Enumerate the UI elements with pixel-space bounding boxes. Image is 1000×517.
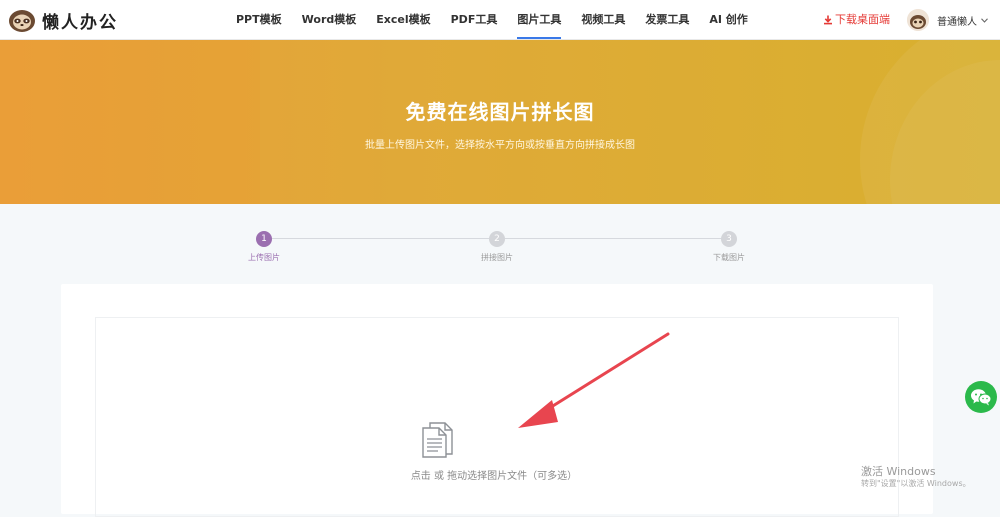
step-label: 上传图片 [248, 253, 280, 262]
page-title: 免费在线图片拼长图 [405, 100, 595, 124]
nav-item-pdf[interactable]: PDF工具 [441, 0, 508, 40]
nav-item-excel[interactable]: Excel模板 [366, 0, 440, 40]
wechat-float-button[interactable] [965, 381, 997, 413]
nav-item-word[interactable]: Word模板 [292, 0, 367, 40]
step-download: 3 下载图片 [689, 228, 769, 263]
nav-item-invoice-tools[interactable]: 发票工具 [635, 0, 699, 40]
step-upload: 1 上传图片 [224, 228, 304, 263]
download-desktop-link[interactable]: 下载桌面端 [823, 0, 890, 40]
nav-item-video-tools[interactable]: 视频工具 [571, 0, 635, 40]
nav-item-image-tools[interactable]: 图片工具 [507, 0, 571, 40]
step-label: 下载图片 [713, 253, 745, 262]
step-label: 拼接图片 [481, 253, 513, 262]
upload-dropzone[interactable] [95, 317, 899, 517]
arrow-pointer [518, 332, 670, 428]
step-number: 1 [256, 231, 272, 247]
chevron-down-icon [981, 17, 988, 23]
progress-steps: 1 上传图片 2 拼接图片 3 下载图片 [0, 228, 1000, 268]
windows-activation-title: 激活 Windows [861, 465, 936, 478]
wechat-icon [971, 389, 992, 406]
user-name: 普通懒人 [937, 16, 977, 28]
step-number: 2 [489, 231, 505, 247]
nav-item-ppt[interactable]: PPT模板 [226, 0, 292, 40]
page-subtitle: 批量上传图片文件，选择按水平方向或按垂直方向拼接成长图 [365, 140, 635, 151]
user-menu[interactable]: 普通懒人 [907, 9, 988, 31]
step-number: 3 [721, 231, 737, 247]
main-nav: PPT模板 Word模板 Excel模板 PDF工具 图片工具 视频工具 发票工… [226, 0, 758, 40]
download-desktop-label: 下载桌面端 [835, 13, 890, 26]
hero-banner: 免费在线图片拼长图 批量上传图片文件，选择按水平方向或按垂直方向拼接成长图 [0, 40, 1000, 204]
download-icon [824, 15, 832, 25]
windows-activation-subtitle: 转到"设置"以激活 Windows。 [861, 479, 971, 488]
upload-hint: 点击 或 拖动选择图片文件（可多选） [410, 471, 578, 482]
document-icon [422, 422, 453, 458]
brand-name: 懒人办公 [42, 12, 118, 33]
user-avatar [907, 9, 929, 31]
sloth-logo-icon [9, 10, 35, 32]
step-merge: 2 拼接图片 [457, 228, 537, 263]
top-header: 懒人办公 PPT模板 Word模板 Excel模板 PDF工具 图片工具 视频工… [0, 0, 1000, 40]
brand-logo[interactable]: 懒人办公 [7, 6, 118, 34]
nav-item-ai-create[interactable]: AI 创作 [699, 0, 757, 40]
